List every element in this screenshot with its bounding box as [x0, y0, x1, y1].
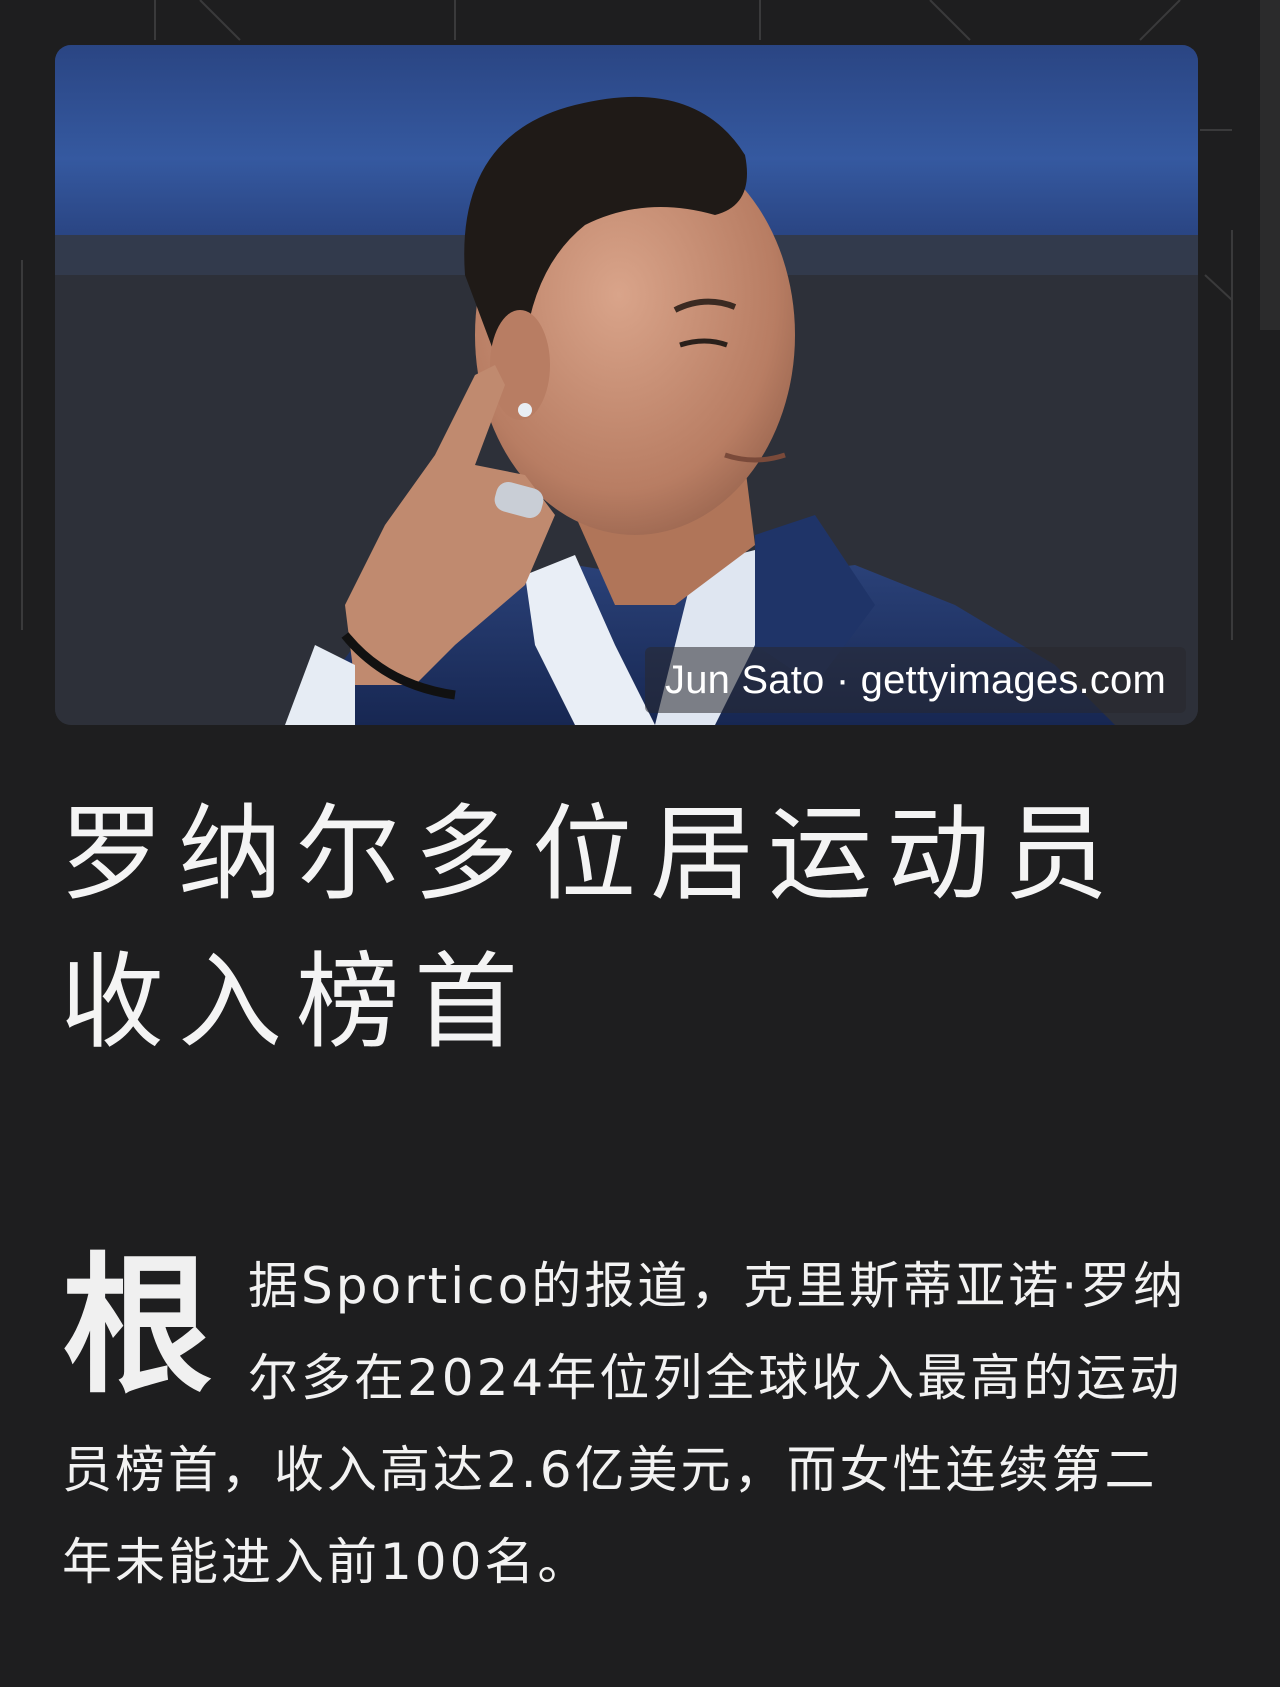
article-photo: Jun Sato · gettyimages.com — [55, 45, 1198, 725]
article-body: 根 据Sportico的报道，克里斯蒂亚诺·罗纳尔多在2024年位列全球收入最高… — [62, 1240, 1202, 1608]
portrait-illustration — [55, 45, 1198, 725]
article-title: 罗纳尔多位居运动员收入榜首 — [60, 793, 1123, 1063]
drop-cap: 根 — [62, 1238, 213, 1414]
photo-credit: Jun Sato · gettyimages.com — [645, 647, 1186, 713]
scroll-indicator[interactable] — [1260, 0, 1280, 330]
